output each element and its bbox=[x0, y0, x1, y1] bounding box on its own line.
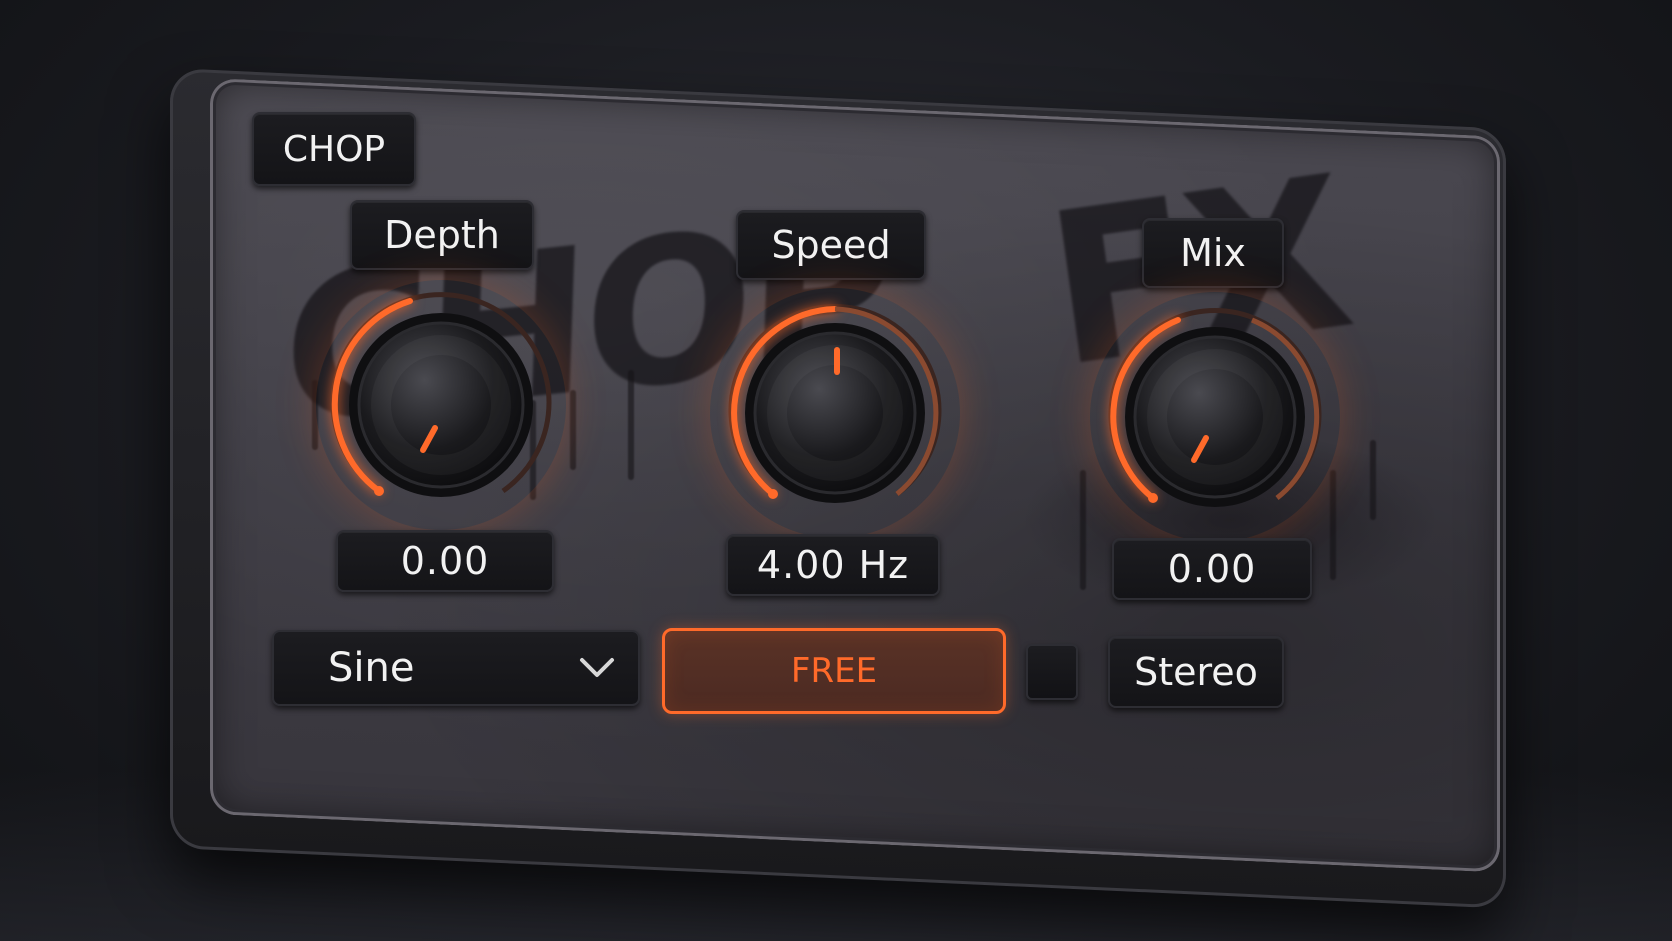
paint-drip bbox=[570, 390, 576, 470]
free-sync-button[interactable]: FREE bbox=[662, 628, 1006, 714]
mix-arc-dot bbox=[1148, 493, 1158, 503]
depth-arc-dot bbox=[374, 486, 384, 496]
mix-knob-graphic bbox=[1108, 308, 1322, 507]
mix-value[interactable]: 0.00 bbox=[1112, 538, 1312, 600]
waveform-selected: Sine bbox=[328, 645, 415, 691]
speed-label: Speed bbox=[736, 210, 926, 280]
stereo-button[interactable]: Stereo bbox=[1108, 636, 1284, 708]
toggle-square-button[interactable] bbox=[1026, 644, 1078, 700]
depth-knob[interactable] bbox=[316, 280, 566, 530]
speed-knob-graphic bbox=[728, 304, 942, 503]
paint-drip bbox=[1370, 440, 1376, 520]
paint-drip bbox=[628, 370, 634, 480]
waveform-dropdown[interactable]: Sine bbox=[272, 630, 640, 706]
speed-value[interactable]: 4.00 Hz bbox=[726, 534, 940, 596]
mix-knob[interactable] bbox=[1090, 292, 1340, 542]
speed-arc-dot bbox=[768, 489, 778, 499]
depth-value[interactable]: 0.00 bbox=[336, 530, 554, 592]
chevron-down-icon bbox=[578, 645, 616, 691]
plugin-panel: CHOP FX CHOP Depth bbox=[0, 0, 1672, 941]
mix-label: Mix bbox=[1142, 218, 1284, 288]
plugin-scene: CHOP FX CHOP Depth bbox=[0, 0, 1672, 941]
speed-knob[interactable] bbox=[710, 288, 960, 538]
paint-drip bbox=[1080, 470, 1086, 590]
depth-knob-graphic bbox=[330, 292, 552, 497]
depth-label: Depth bbox=[350, 200, 534, 270]
plugin-title: CHOP bbox=[252, 112, 416, 186]
